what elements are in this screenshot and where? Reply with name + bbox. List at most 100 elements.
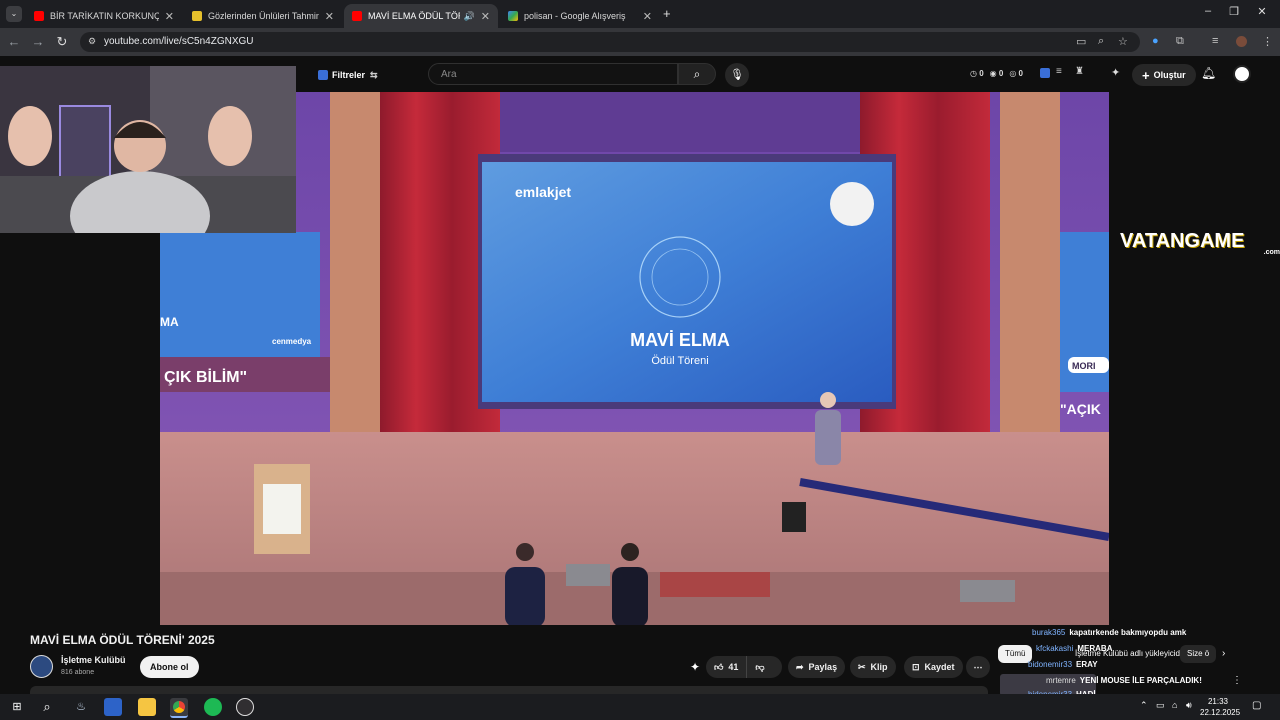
screen-brand-text: emlakjet [515,184,571,200]
chat-username[interactable]: burak365 [1032,628,1065,637]
search-icon[interactable]: ⌕ [38,698,56,716]
left-screen-sub-text: MA [160,315,179,329]
speaker-icon[interactable]: 🔊 [464,11,475,22]
bookmark-icon: ⊡ [912,661,920,672]
extension-grid-icon[interactable] [1040,68,1050,78]
scissors-icon: ✂ [858,661,866,672]
volume-icon[interactable]: 🔊︎ [1186,700,1192,711]
tab-strip: ⌄ BİR TARİKATIN KORKUNÇ SONU ✕ Gözlerind… [0,0,1280,28]
zoom-icon[interactable]: ⌕ [1098,35,1104,48]
more-vert-icon[interactable]: ⋮ [1232,675,1242,686]
microphone-icon: 🎙 [730,69,744,81]
chat-filter-for-you[interactable]: Size ö [1180,645,1217,663]
youtube-favicon-icon [34,11,44,21]
notifications-bell-icon[interactable]: 🔔︎ [1201,66,1216,80]
puzzle-extensions-icon[interactable]: ⧉ [1176,35,1184,48]
system-clock[interactable]: 21:33 22.12.2025 [1200,696,1241,718]
steam-icon[interactable]: ♨ [72,698,90,716]
like-count: 41 [728,662,739,672]
tab-4[interactable]: polisan - Google Alışveriş ✕ [500,4,660,28]
cast-icon[interactable]: ▭ [1076,35,1086,48]
tab-3-active[interactable]: MAVİ ELMA ÖDÜL TÖRENİ 🔊 ✕ [344,4,498,28]
more-actions-button[interactable]: ⋯ [966,656,990,678]
media-controls-icon[interactable]: ≡ [1212,35,1218,47]
create-button[interactable]: + Oluştur [1132,64,1196,86]
account-avatar-icon[interactable] [1233,65,1251,83]
left-logo-text: cenmedya [272,337,312,346]
left-screen-text: ÇIK BİLİM" [164,368,247,386]
spotify-icon[interactable] [204,698,222,716]
windows-start-icon[interactable]: ⊞ [8,698,26,716]
thumbs-down-icon: 👎︎ [755,661,765,672]
site-info-icon[interactable]: ⚙ [88,36,96,47]
address-bar[interactable]: ⚙ youtube.com/live/sC5n4ZGNXGU ▭ ⌕ ☆ [80,32,1140,52]
gem-icon[interactable]: ✦ [690,660,700,674]
file-explorer-icon[interactable] [138,698,156,716]
chevron-right-icon[interactable]: › [1222,648,1225,659]
extension-icon[interactable]: ● [1152,35,1159,47]
close-tab-icon[interactable]: ✕ [481,10,490,23]
obs-icon[interactable] [236,698,254,716]
dislike-button[interactable]: 👎︎ [747,662,772,673]
right-logo-text: MORI [1072,361,1096,371]
tray-chevron-icon[interactable]: ⌃ [1140,700,1148,711]
browser-toolbar: ← → ↻ ⚙ youtube.com/live/sC5n4ZGNXGU ▭ ⌕… [0,28,1280,56]
subscribe-button[interactable]: Abone ol [140,656,199,678]
right-screen-text: "AÇIK [1060,401,1101,417]
trophy-icon[interactable]: ♜ [1075,66,1084,77]
tab-1[interactable]: BİR TARİKATIN KORKUNÇ SONU ✕ [26,4,182,28]
tab-2[interactable]: Gözlerinden Ünlüleri Tahmin Et ✕ [184,4,342,28]
search-input[interactable] [439,68,663,81]
channel-avatar[interactable] [30,655,53,678]
like-button[interactable]: 👍︎ 41 [706,656,748,678]
filter-badge-icon [318,70,328,80]
game-favicon-icon [192,11,202,21]
windows-taskbar: ⊞ ⌕ ♨ ⌃ ▭ ⌂ 🔊︎ 21:33 22.12.2025 ▢ [0,694,1280,720]
clip-label: Klip [870,662,888,672]
close-tab-icon[interactable]: ✕ [165,10,174,23]
chat-username[interactable]: bidonemir33 [1028,660,1072,669]
gem-icon[interactable]: ✦ [1111,66,1120,79]
profile-avatar-icon[interactable] [1236,36,1247,47]
close-tab-icon[interactable]: ✕ [325,10,334,23]
display-icon[interactable]: ▭ [1156,700,1165,711]
video-player[interactable]: emlakjet MAVİ ELMA Ödül Töreni MA cenmed… [160,92,1109,625]
chat-message: bidonemir33 ERAY [1028,660,1098,669]
url-text: youtube.com/live/sC5n4ZGNXGU [104,36,254,47]
close-window-icon[interactable]: ✕ [1252,5,1272,18]
bookmark-star-icon[interactable]: ☆ [1118,35,1128,48]
description-box[interactable] [30,686,988,694]
reload-icon[interactable]: ↻ [54,34,70,50]
chrome-menu-icon[interactable]: ⋮ [1262,35,1273,48]
chrome-icon[interactable] [170,698,188,718]
tab-search-button[interactable]: ⌄ [6,6,22,22]
clock-date: 22.12.2025 [1200,708,1241,717]
thumbs-up-icon: 👍︎ [714,661,724,672]
google-shopping-favicon-icon [508,11,518,21]
minimize-icon[interactable]: – [1198,5,1218,17]
store-icon[interactable] [104,698,122,716]
clip-button[interactable]: ✂ Klip [850,656,896,678]
tab-title: polisan - Google Alışveriş [524,11,626,21]
save-button[interactable]: ⊡ Kaydet [904,656,963,678]
list-icon[interactable]: ≡ [1056,66,1062,77]
screen-subtitle-text: Ödül Töreni [651,355,708,367]
channel-name[interactable]: İşletme Kulübü [61,655,126,665]
back-icon[interactable]: ← [6,34,22,49]
new-tab-icon[interactable]: + [663,6,671,21]
share-button[interactable]: ➦ Paylaş [788,656,846,678]
voice-search-button[interactable]: 🎙 [725,63,749,87]
subscriber-count: 816 abone [61,669,95,676]
filters-button[interactable]: Filtreler ⇆ [318,66,378,84]
notifications-icon[interactable]: ▢ [1252,700,1261,711]
search-icon: ⌕ [693,67,701,81]
network-icon[interactable]: ⌂ [1172,700,1177,710]
close-tab-icon[interactable]: ✕ [643,10,652,23]
chat-text: kapatırkende bakmıyopdu amk [1069,628,1187,637]
search-button[interactable]: ⌕ [678,63,716,85]
forward-icon[interactable]: → [30,34,46,49]
chat-username[interactable]: mrtemre [1046,676,1076,685]
chat-message: mrtemre YENİ MOUSE İLE PARÇALADIK! [1046,676,1202,685]
search-box[interactable] [428,63,678,85]
restore-icon[interactable]: ❐ [1224,5,1244,18]
